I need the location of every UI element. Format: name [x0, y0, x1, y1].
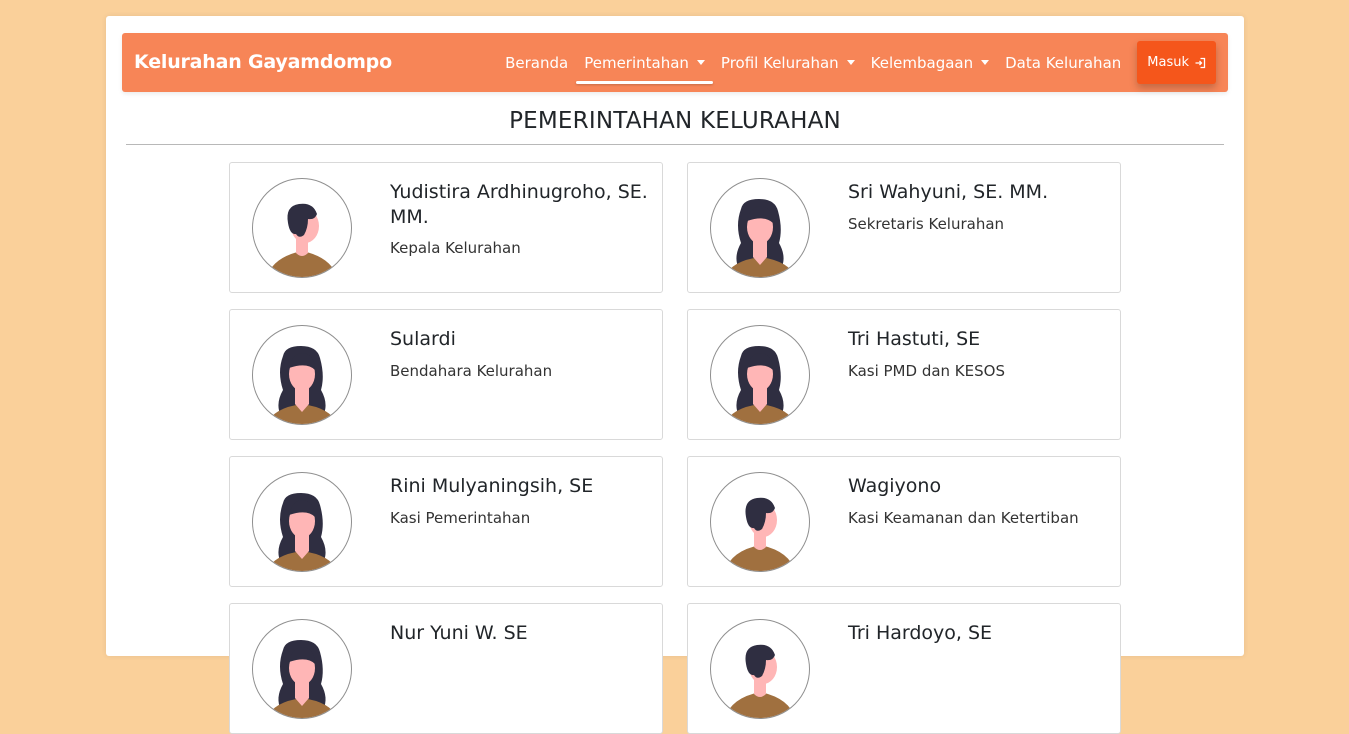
official-role: Sekretaris Kelurahan [848, 215, 1005, 233]
male-avatar-icon [710, 472, 810, 572]
chevron-down-icon [696, 60, 705, 65]
nav-item-profil-kelurahan[interactable]: Profil Kelurahan [713, 33, 863, 92]
page-title: PEMERINTAHAN KELURAHAN [509, 108, 841, 134]
title-divider [126, 144, 1224, 145]
official-name: Sri Wahyuni, SE. MM. [848, 181, 1049, 203]
official-card: Sulardi Bendahara Kelurahan [229, 309, 663, 440]
official-role: Bendahara Kelurahan [390, 362, 553, 380]
female-avatar-icon [710, 178, 810, 278]
official-name: Rini Mulyaningsih, SE [390, 475, 594, 497]
official-card: Wagiyono Kasi Keamanan dan Ketertiban [687, 456, 1121, 587]
nav-item-label: Data Kelurahan [1005, 53, 1122, 72]
official-name: Wagiyono [848, 475, 942, 497]
official-name: Tri Hastuti, SE [848, 328, 981, 350]
login-icon [1195, 57, 1206, 68]
chevron-down-icon [846, 60, 855, 65]
official-role: Kasi Keamanan dan Ketertiban [848, 509, 1079, 527]
chevron-down-icon [981, 60, 990, 65]
official-name: Sulardi [390, 328, 456, 350]
official-role: Kepala Kelurahan [390, 239, 521, 257]
official-name: Tri Hardoyo, SE [848, 622, 993, 644]
nav-item-label: Beranda [505, 53, 569, 72]
official-card: Tri Hardoyo, SE [687, 603, 1121, 734]
male-avatar-icon [252, 178, 352, 278]
nav-menu: Beranda Pemerintahan Profil Kelurahan Ke… [497, 33, 1216, 92]
nav-item-data-kelurahan[interactable]: Data Kelurahan [997, 33, 1129, 92]
nav-item-label: Pemerintahan [584, 53, 689, 72]
female-avatar-icon [710, 325, 810, 425]
nav-item-label: Profil Kelurahan [720, 53, 839, 72]
official-card: Tri Hastuti, SE Kasi PMD dan KESOS [687, 309, 1121, 440]
official-card: Rini Mulyaningsih, SE Kasi Pemerintahan [229, 456, 663, 587]
nav-item-label: Kelembagaan [870, 53, 974, 72]
official-card: Nur Yuni W. SE [229, 603, 663, 734]
nav-item-beranda[interactable]: Beranda [497, 33, 576, 92]
official-name: Nur Yuni W. SE [390, 622, 528, 644]
official-card: Yudistira Ardhinugroho, SE. MM. Kepala K… [229, 162, 663, 293]
brand-logo-text[interactable]: Kelurahan Gayamdompo [134, 51, 392, 73]
nav-item-kelembagaan[interactable]: Kelembagaan [863, 33, 997, 92]
official-role: Kasi Pemerintahan [390, 509, 531, 527]
female-avatar-icon [252, 472, 352, 572]
official-name: Yudistira Ardhinugroho, SE. MM. [390, 181, 648, 228]
navbar: Kelurahan Gayamdompo Beranda Pemerintaha… [122, 33, 1228, 92]
official-role: Kasi PMD dan KESOS [848, 362, 1005, 380]
page-container: Kelurahan Gayamdompo Beranda Pemerintaha… [106, 16, 1244, 734]
login-button[interactable]: Masuk [1137, 41, 1216, 84]
female-avatar-icon [252, 619, 352, 719]
login-button-label: Masuk [1147, 55, 1189, 70]
official-card: Sri Wahyuni, SE. MM. Sekretaris Keluraha… [687, 162, 1121, 293]
nav-item-pemerintahan[interactable]: Pemerintahan [576, 33, 713, 92]
male-avatar-icon [710, 619, 810, 719]
female-avatar-icon [252, 325, 352, 425]
